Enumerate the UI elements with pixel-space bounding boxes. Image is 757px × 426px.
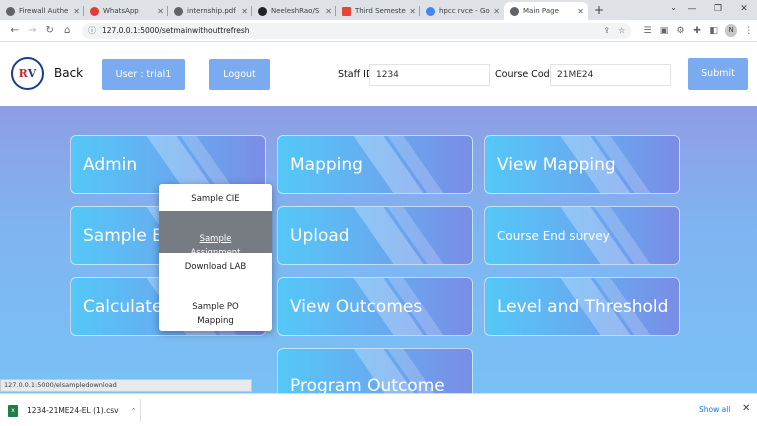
site-info-icon[interactable]: ⓘ xyxy=(88,25,96,36)
tab-github[interactable]: NeeleshRao/S ✕ xyxy=(252,2,336,20)
card-course-end-survey[interactable]: Course End survey xyxy=(484,206,680,265)
new-tab-button[interactable]: + xyxy=(588,2,610,20)
tab-label: NeeleshRao/S xyxy=(271,7,320,15)
close-icon[interactable]: ✕ xyxy=(577,7,584,16)
google-icon xyxy=(426,6,435,16)
media-icon[interactable]: ▣ xyxy=(656,26,673,36)
bookmark-star-icon[interactable]: ☆ xyxy=(618,26,625,35)
menu-item-download-lab[interactable]: Download LAB xyxy=(159,260,272,278)
card-label: Program Outcome xyxy=(290,376,445,393)
reload-icon[interactable]: ↻ xyxy=(41,25,58,36)
submit-button[interactable]: Submit xyxy=(688,58,748,90)
tab-label: hpcc rvce - Go xyxy=(439,7,490,15)
kebab-menu-icon[interactable]: ⋮ xyxy=(740,26,757,36)
close-icon[interactable]: ✕ xyxy=(742,403,750,414)
tab-internship-pdf[interactable]: internship.pdf ✕ xyxy=(168,2,252,20)
menu-item-label: Sample CIE xyxy=(191,194,240,204)
forward-arrow-icon[interactable]: → xyxy=(23,25,40,36)
menu-item-sample-cie[interactable]: Sample CIE xyxy=(159,191,272,211)
puzzle-extensions-icon[interactable]: ✚ xyxy=(689,26,706,36)
minimize-icon[interactable]: — xyxy=(679,0,705,18)
gmail-icon xyxy=(342,6,351,16)
course-code-input[interactable]: 21ME24 xyxy=(550,64,671,86)
tab-main-page[interactable]: Main Page ✕ xyxy=(504,2,588,20)
side-panel-icon[interactable]: ◧ xyxy=(705,26,722,36)
card-level-and-threshold[interactable]: Level and Threshold xyxy=(484,277,680,336)
close-icon[interactable]: ✕ xyxy=(409,7,416,16)
staff-id-input[interactable]: 1234 xyxy=(369,64,490,86)
tab-label: internship.pdf xyxy=(187,7,236,15)
window-controls: — ❐ ✕ xyxy=(679,0,757,18)
menu-item-label: Sample Assignment xyxy=(190,234,241,258)
logout-button[interactable]: Logout xyxy=(209,59,270,90)
card-view-mapping[interactable]: View Mapping xyxy=(484,135,680,194)
menu-item-label: Sample PO Mapping xyxy=(192,302,239,326)
browser-toolbar: ← → ↻ ⌂ ⓘ 127.0.0.1:5000/setmainwithoutt… xyxy=(0,20,757,42)
tab-label: Main Page xyxy=(523,7,559,15)
staff-id-label: Staff ID xyxy=(338,69,374,80)
main-dashboard: Admin Mapping View Mapping Sample Ex Upl… xyxy=(0,106,757,393)
card-view-outcomes[interactable]: View Outcomes xyxy=(277,277,473,336)
menu-item-sample-po-mapping[interactable]: Sample PO Mapping xyxy=(159,286,272,326)
course-code-label: Course Code xyxy=(495,69,556,80)
extension-list-icon[interactable]: ☰ xyxy=(639,26,656,36)
window-close-icon[interactable]: ✕ xyxy=(731,0,757,18)
tab-whatsapp[interactable]: WhatsApp ✕ xyxy=(84,2,168,20)
tab-gmail[interactable]: Third Semeste ✕ xyxy=(336,2,420,20)
close-icon[interactable]: ✕ xyxy=(157,7,164,16)
menu-item-label: Download LAB xyxy=(184,262,247,272)
card-label: Upload xyxy=(290,226,350,246)
globe-icon xyxy=(6,6,15,16)
download-file-name: 1234-21ME24-EL (1).csv xyxy=(27,406,119,415)
card-label: Mapping xyxy=(290,155,363,175)
sample-dropdown-menu: Sample CIE Sample Assignment Download LA… xyxy=(159,184,272,331)
card-label: Calculate xyxy=(83,297,163,317)
tab-search-icon[interactable]: ⌄ xyxy=(670,3,677,12)
back-arrow-icon[interactable]: ← xyxy=(6,25,23,36)
chevron-up-icon[interactable]: ⌃ xyxy=(131,407,137,415)
shelf-divider xyxy=(140,399,141,422)
excel-file-icon: x xyxy=(8,404,18,417)
close-icon[interactable]: ✕ xyxy=(241,7,248,16)
download-item[interactable]: x 1234-21ME24-EL (1).csv ⌃ xyxy=(8,401,136,420)
tab-label: Firewall Authe xyxy=(19,7,69,15)
globe-icon xyxy=(510,6,519,16)
address-bar[interactable]: ⓘ 127.0.0.1:5000/setmainwithouttrefresh … xyxy=(81,22,632,39)
card-mapping[interactable]: Mapping xyxy=(277,135,473,194)
page-header: RV Back User : trial1 Logout Staff ID 12… xyxy=(0,42,757,106)
github-icon xyxy=(258,6,267,16)
card-upload[interactable]: Upload xyxy=(277,206,473,265)
tab-firewall-auth[interactable]: Firewall Authe ✕ xyxy=(0,2,84,20)
close-icon[interactable]: ✕ xyxy=(325,7,332,16)
whatsapp-icon xyxy=(90,6,99,16)
share-icon[interactable]: ⇪ xyxy=(603,26,610,35)
card-program-outcome[interactable]: Program Outcome xyxy=(277,348,473,393)
rv-logo: RV xyxy=(11,57,44,90)
settings-gear-icon[interactable]: ⚙ xyxy=(672,26,689,36)
globe-icon xyxy=(174,6,183,16)
browser-tab-strip: Firewall Authe ✕ WhatsApp ✕ internship.p… xyxy=(0,0,757,20)
card-label: Admin xyxy=(83,155,138,175)
profile-avatar[interactable]: N xyxy=(724,24,738,37)
card-label: Level and Threshold xyxy=(497,297,669,317)
card-label: View Mapping xyxy=(497,155,616,175)
card-label: Course End survey xyxy=(497,229,610,243)
back-link[interactable]: Back xyxy=(54,66,83,80)
download-shelf: x 1234-21ME24-EL (1).csv ⌃ Show all ✕ xyxy=(0,393,757,426)
url-text: 127.0.0.1:5000/setmainwithouttrefresh xyxy=(101,26,250,35)
close-icon[interactable]: ✕ xyxy=(73,7,80,16)
home-icon[interactable]: ⌂ xyxy=(58,25,75,36)
show-all-link[interactable]: Show all xyxy=(699,405,730,414)
close-icon[interactable]: ✕ xyxy=(493,7,500,16)
link-status-bubble: 127.0.0.1:5000/elsampledownload xyxy=(0,379,252,392)
card-label: View Outcomes xyxy=(290,297,423,317)
menu-item-sample-assignment[interactable]: Sample Assignment xyxy=(159,211,272,258)
tab-label: WhatsApp xyxy=(103,7,139,15)
maximize-icon[interactable]: ❐ xyxy=(705,0,731,18)
user-button[interactable]: User : trial1 xyxy=(102,59,185,90)
tab-google-search[interactable]: hpcc rvce - Go ✕ xyxy=(420,2,504,20)
tab-label: Third Semeste xyxy=(355,7,406,15)
